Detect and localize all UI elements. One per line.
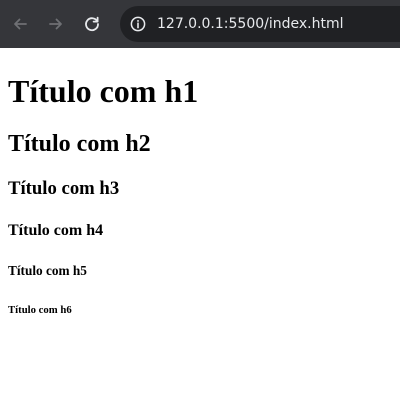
heading-h2: Título com h2 — [8, 131, 151, 157]
heading-h5: Título com h5 — [8, 263, 87, 278]
site-info-button[interactable] — [126, 12, 150, 36]
page-content: Título com h1 Título com h2 Título com h… — [0, 48, 400, 400]
back-button[interactable] — [8, 12, 32, 36]
url-text[interactable]: 127.0.0.1:5500/index.html — [157, 15, 344, 33]
heading-h1: Título com h1 — [8, 73, 199, 109]
heading-h6: Título com h6 — [8, 304, 72, 316]
reload-icon — [85, 16, 99, 32]
arrow-right-icon — [49, 18, 62, 30]
reload-button[interactable] — [80, 12, 104, 36]
arrow-left-icon — [14, 18, 27, 30]
browser-toolbar: 127.0.0.1:5500/index.html — [0, 0, 400, 48]
info-circle-icon — [130, 16, 146, 32]
heading-h3: Título com h3 — [8, 178, 120, 199]
heading-h4: Título com h4 — [8, 222, 104, 239]
forward-button[interactable] — [44, 12, 68, 36]
address-bar[interactable]: 127.0.0.1:5500/index.html — [120, 6, 400, 42]
